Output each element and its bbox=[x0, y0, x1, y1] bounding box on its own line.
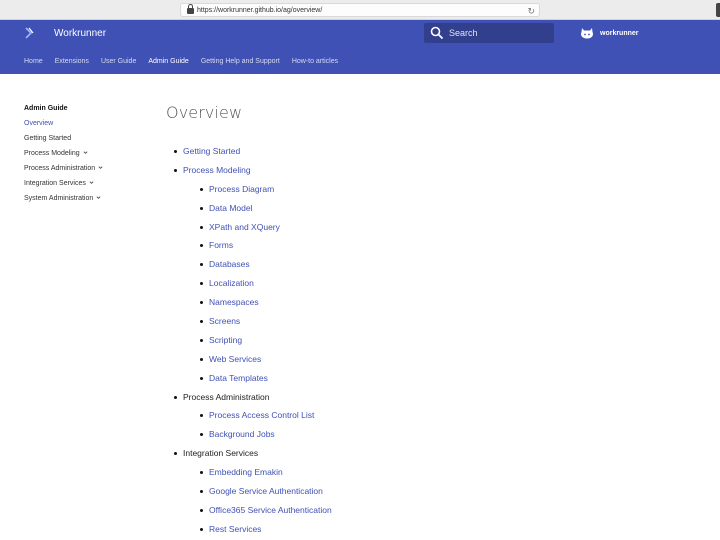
list-item: Process Access Control List bbox=[200, 410, 686, 420]
toc-link[interactable]: Office365 Service Authentication bbox=[209, 505, 332, 515]
list-item: Screens bbox=[200, 316, 686, 326]
sidebar: Admin Guide Overview Getting Started Pro… bbox=[24, 104, 144, 209]
list-item: Localization bbox=[200, 278, 686, 288]
nav-item-help-support[interactable]: Getting Help and Support bbox=[201, 56, 280, 68]
toc-link[interactable]: Process Diagram bbox=[209, 184, 274, 194]
github-octocat-icon bbox=[581, 28, 593, 39]
list-item: Process Administration Process Access Co… bbox=[174, 391, 686, 439]
toc-link[interactable]: Embedding Emakin bbox=[209, 467, 283, 477]
toc-link[interactable]: Web Services bbox=[209, 354, 261, 364]
list-item: Web Services bbox=[200, 354, 686, 364]
list-item: Scripting bbox=[200, 335, 686, 345]
repo-link[interactable]: workrunner bbox=[580, 27, 639, 39]
list-item: Data Model bbox=[200, 203, 686, 213]
sidebar-item-overview[interactable]: Overview bbox=[24, 119, 144, 128]
browser-toolbar: https://workrunner.github.io/ag/overview… bbox=[0, 0, 720, 20]
list-item: Forms bbox=[200, 240, 686, 250]
toc-sublist: Process Access Control List Background J… bbox=[200, 410, 686, 439]
chevron-down-icon bbox=[83, 151, 88, 154]
sidebar-item-getting-started[interactable]: Getting Started bbox=[24, 134, 144, 143]
list-item: Process Modeling Process Diagram Data Mo… bbox=[174, 165, 686, 383]
sidebar-item-system-administration[interactable]: System Administration bbox=[24, 194, 144, 203]
list-item: Integration Services Embedding Emakin Go… bbox=[174, 448, 686, 534]
repo-name: workrunner bbox=[600, 29, 639, 37]
toc-link[interactable]: Process Access Control List bbox=[209, 410, 314, 420]
toc-section-label: Process Administration bbox=[183, 391, 270, 402]
toc-sublist: Process Diagram Data Model XPath and XQu… bbox=[200, 184, 686, 383]
toc-link[interactable]: Screens bbox=[209, 316, 240, 326]
list-item: XPath and XQuery bbox=[200, 222, 686, 232]
toc-link[interactable]: Localization bbox=[209, 278, 254, 288]
toc-link[interactable]: Getting Started bbox=[183, 146, 240, 156]
list-item: Process Diagram bbox=[200, 184, 686, 194]
toc-link[interactable]: Scripting bbox=[209, 335, 242, 345]
search-icon bbox=[430, 26, 444, 40]
list-item: Databases bbox=[200, 259, 686, 269]
toc-link[interactable]: Data Templates bbox=[209, 373, 268, 383]
list-item: Office365 Service Authentication bbox=[200, 505, 686, 515]
nav-item-extensions[interactable]: Extensions bbox=[55, 56, 89, 68]
nav-item-admin-guide[interactable]: Admin Guide bbox=[148, 56, 188, 68]
list-item: Data Templates bbox=[200, 373, 686, 383]
toc-link[interactable]: XPath and XQuery bbox=[209, 222, 280, 232]
toc-link[interactable]: Namespaces bbox=[209, 297, 259, 307]
toc-link[interactable]: Databases bbox=[209, 259, 250, 269]
toc-section-label: Integration Services bbox=[183, 448, 259, 459]
address-bar[interactable]: https://workrunner.github.io/ag/overview… bbox=[180, 3, 540, 17]
toc-link[interactable]: Background Jobs bbox=[209, 429, 275, 439]
chevron-down-icon bbox=[98, 166, 103, 169]
sidebar-item-integration-services[interactable]: Integration Services bbox=[24, 179, 144, 188]
url-text: https://workrunner.github.io/ag/overview… bbox=[197, 6, 323, 14]
nav-item-howto[interactable]: How-to articles bbox=[292, 56, 338, 68]
sidebar-item-label: Integration Services bbox=[24, 180, 86, 187]
list-item: Google Service Authentication bbox=[200, 486, 686, 496]
nav-item-user-guide[interactable]: User Guide bbox=[101, 56, 136, 68]
toc-list: Getting Started Process Modeling Process… bbox=[174, 146, 686, 534]
toc-link[interactable]: Process Modeling bbox=[183, 165, 251, 175]
toc-link[interactable]: Rest Services bbox=[209, 524, 261, 534]
tab-edge bbox=[716, 3, 720, 17]
workrunner-logo-icon[interactable] bbox=[23, 27, 35, 39]
sidebar-item-label: Process Modeling bbox=[24, 150, 80, 157]
sidebar-item-label: Process Administration bbox=[24, 165, 96, 172]
toc-link[interactable]: Data Model bbox=[209, 203, 252, 213]
list-item: Namespaces bbox=[200, 297, 686, 307]
sidebar-item-label: System Administration bbox=[24, 195, 94, 202]
sidebar-item-process-modeling[interactable]: Process Modeling bbox=[24, 149, 144, 158]
sidebar-item-label: Overview bbox=[24, 120, 54, 127]
list-item: Background Jobs bbox=[200, 429, 686, 439]
top-nav: Home Extensions User Guide Admin Guide G… bbox=[0, 56, 350, 68]
search-input[interactable]: Search bbox=[424, 23, 554, 43]
nav-item-home[interactable]: Home bbox=[24, 56, 43, 68]
chevron-down-icon bbox=[96, 196, 101, 199]
site-title[interactable]: Workrunner bbox=[54, 28, 106, 39]
list-item: Embedding Emakin bbox=[200, 467, 686, 477]
lock-icon bbox=[187, 4, 194, 14]
list-item: Rest Services bbox=[200, 524, 686, 534]
list-item: Getting Started bbox=[174, 146, 686, 156]
page-title: Overview bbox=[166, 103, 243, 122]
main-content: Overview Getting Started Process Modelin… bbox=[166, 104, 686, 534]
search-placeholder: Search bbox=[449, 28, 478, 38]
chevron-down-icon bbox=[89, 181, 94, 184]
reload-icon[interactable]: ↻ bbox=[527, 4, 535, 18]
toc-link[interactable]: Forms bbox=[209, 240, 233, 250]
sidebar-item-process-administration[interactable]: Process Administration bbox=[24, 164, 144, 173]
toc-sublist: Embedding Emakin Google Service Authenti… bbox=[200, 467, 686, 534]
toc-link[interactable]: Google Service Authentication bbox=[209, 486, 323, 496]
sidebar-item-label: Getting Started bbox=[24, 135, 72, 142]
site-header: Workrunner Search workrunner Home Extens… bbox=[0, 20, 720, 74]
sidebar-title: Admin Guide bbox=[24, 105, 68, 112]
